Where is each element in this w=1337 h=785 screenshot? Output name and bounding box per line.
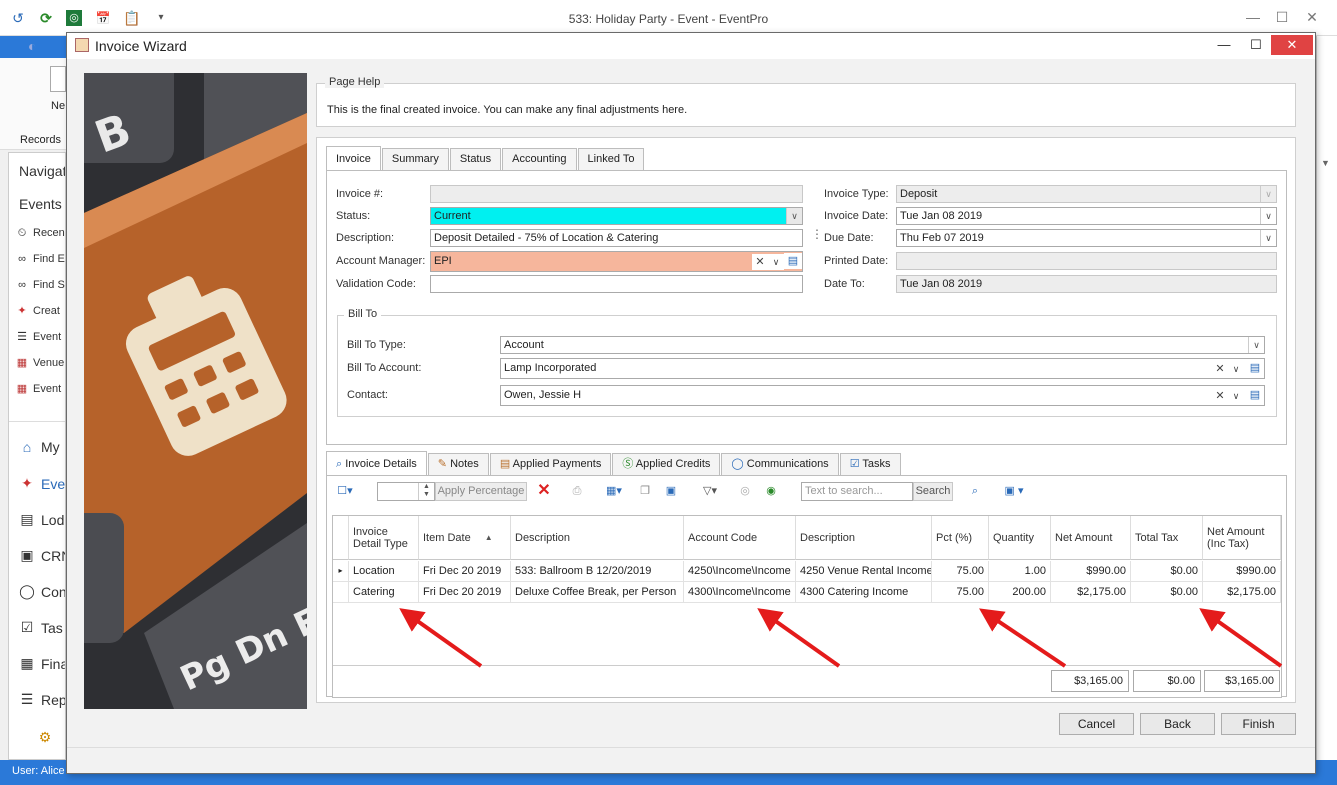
nav-item-find-events[interactable]: ∞ Find E [15,252,65,266]
wizard-title: Invoice Wizard [95,38,187,54]
nav-item-find-sessions[interactable]: ∞ Find S [15,278,65,292]
binoculars-icon: ∞ [18,253,26,265]
module-crm[interactable]: ▣ CRN [19,547,65,564]
new-button-label[interactable]: Ne [51,100,65,112]
nav-item-label: Venue [33,357,65,369]
annotation-arrow [1199,608,1283,668]
settings-icon: ⚙ [38,729,52,745]
main-maximize-button[interactable]: ☐ [1272,9,1292,26]
annotation-arrows [399,608,1283,668]
status-user: User: Alice [12,765,65,777]
cancel-button[interactable]: Cancel [1059,713,1134,735]
new-document-icon[interactable] [50,66,66,92]
module-label: Eve [41,475,66,492]
module-lodging[interactable]: ▤ Lod [19,511,64,528]
calendar-icon: ▦ [16,383,28,395]
main-window-title: 533: Holiday Party - Event - EventPro [568,12,769,26]
pin-icon: ✦ [17,305,27,317]
module-label: Rep [41,691,66,708]
module-events[interactable]: ✦ Eve [19,475,65,492]
annotation-arrow [399,608,483,668]
wizard-titlebar: Invoice Wizard — ☐ ✕ [67,33,1315,59]
nav-item-label: Recen [33,227,65,239]
module-label: Con [41,583,66,600]
module-label: Tas [41,619,63,636]
nav-item-label: Find S [33,279,65,291]
annotation-arrow [979,608,1067,668]
nav-item-create[interactable]: ✦ Creat [15,304,60,318]
speech-bubble-icon: ◯ [19,583,35,599]
nav-item-event[interactable]: ☰ Event [15,330,61,344]
calculator-icon: ▦ [20,655,34,671]
wizard-maximize-button[interactable]: ☐ [1239,35,1273,55]
main-window-titlebar: ↺ ⟳ ◎ 📅 📋 ▾ 533: Holiday Party - Event -… [0,0,1337,36]
document-icon: ☰ [17,331,27,343]
calendar-icon: ▦ [16,357,28,369]
module-label: Fina [41,655,66,672]
app-logo-icon: ◐ [28,38,37,54]
invoice-wizard-dialog: Invoice Wizard — ☐ ✕ B Pg Dn E Page Help… [66,32,1316,774]
main-right-panel: ▼ [1316,36,1337,760]
clock-icon: ⏲ [17,227,27,239]
nav-item-label: Event [33,331,62,343]
wizard-body: B Pg Dn E Page Help This is the final cr… [67,59,1315,773]
home-icon: ⌂ [22,439,32,455]
events-header: Events [19,196,62,212]
wizard-minimize-button[interactable]: — [1207,35,1241,55]
module-label: My [41,439,60,455]
module-reports[interactable]: ☰ Rep [19,691,66,708]
chevron-down-icon[interactable]: ▼ [1321,158,1330,168]
annotation-arrow [757,608,841,668]
ribbon-app-tab[interactable]: ◐ [0,36,66,58]
finish-button[interactable]: Finish [1221,713,1296,735]
report-icon: ☰ [20,691,34,707]
footer-divider [67,747,1315,748]
nav-item-label: Creat [33,305,60,317]
module-my[interactable]: ⌂ My [19,439,60,455]
ribbon: Ne Records [0,58,66,150]
module-label: CRN [41,547,65,564]
records-group-label: Records [20,134,61,146]
wizard-icon [75,38,89,52]
main-close-button[interactable]: ✕ [1302,9,1322,26]
module-financial[interactable]: ▦ Fina [19,655,66,672]
nav-item-venue[interactable]: ▦ Venue [15,356,64,370]
wizard-close-button[interactable]: ✕ [1271,35,1313,55]
clipboard-icon: ☑ [20,619,34,635]
module-communications[interactable]: ◯ Con [19,583,66,600]
pin-icon: ✦ [21,475,33,491]
bed-icon: ▤ [20,511,34,527]
module-label: Lod [41,511,65,528]
nav-item-label: Event [33,383,62,395]
nav-item-recent[interactable]: ⏲ Recen [15,226,65,240]
module-tasks[interactable]: ☑ Tas [19,619,63,636]
navigation-header: Navigat [19,163,66,179]
binoculars-icon: ∞ [18,279,26,291]
module-configure[interactable]: ⚙ [37,729,53,746]
crm-icon: ▣ [20,547,34,563]
navigation-panel: Navigat Events ⏲ Recen ∞ Find E ∞ Find S ✦ C… [8,152,66,760]
main-minimize-button[interactable]: — [1243,9,1263,25]
nav-item-label: Find E [33,253,65,265]
nav-item-event-calendar[interactable]: ▦ Event [15,382,61,396]
back-button[interactable]: Back [1140,713,1215,735]
